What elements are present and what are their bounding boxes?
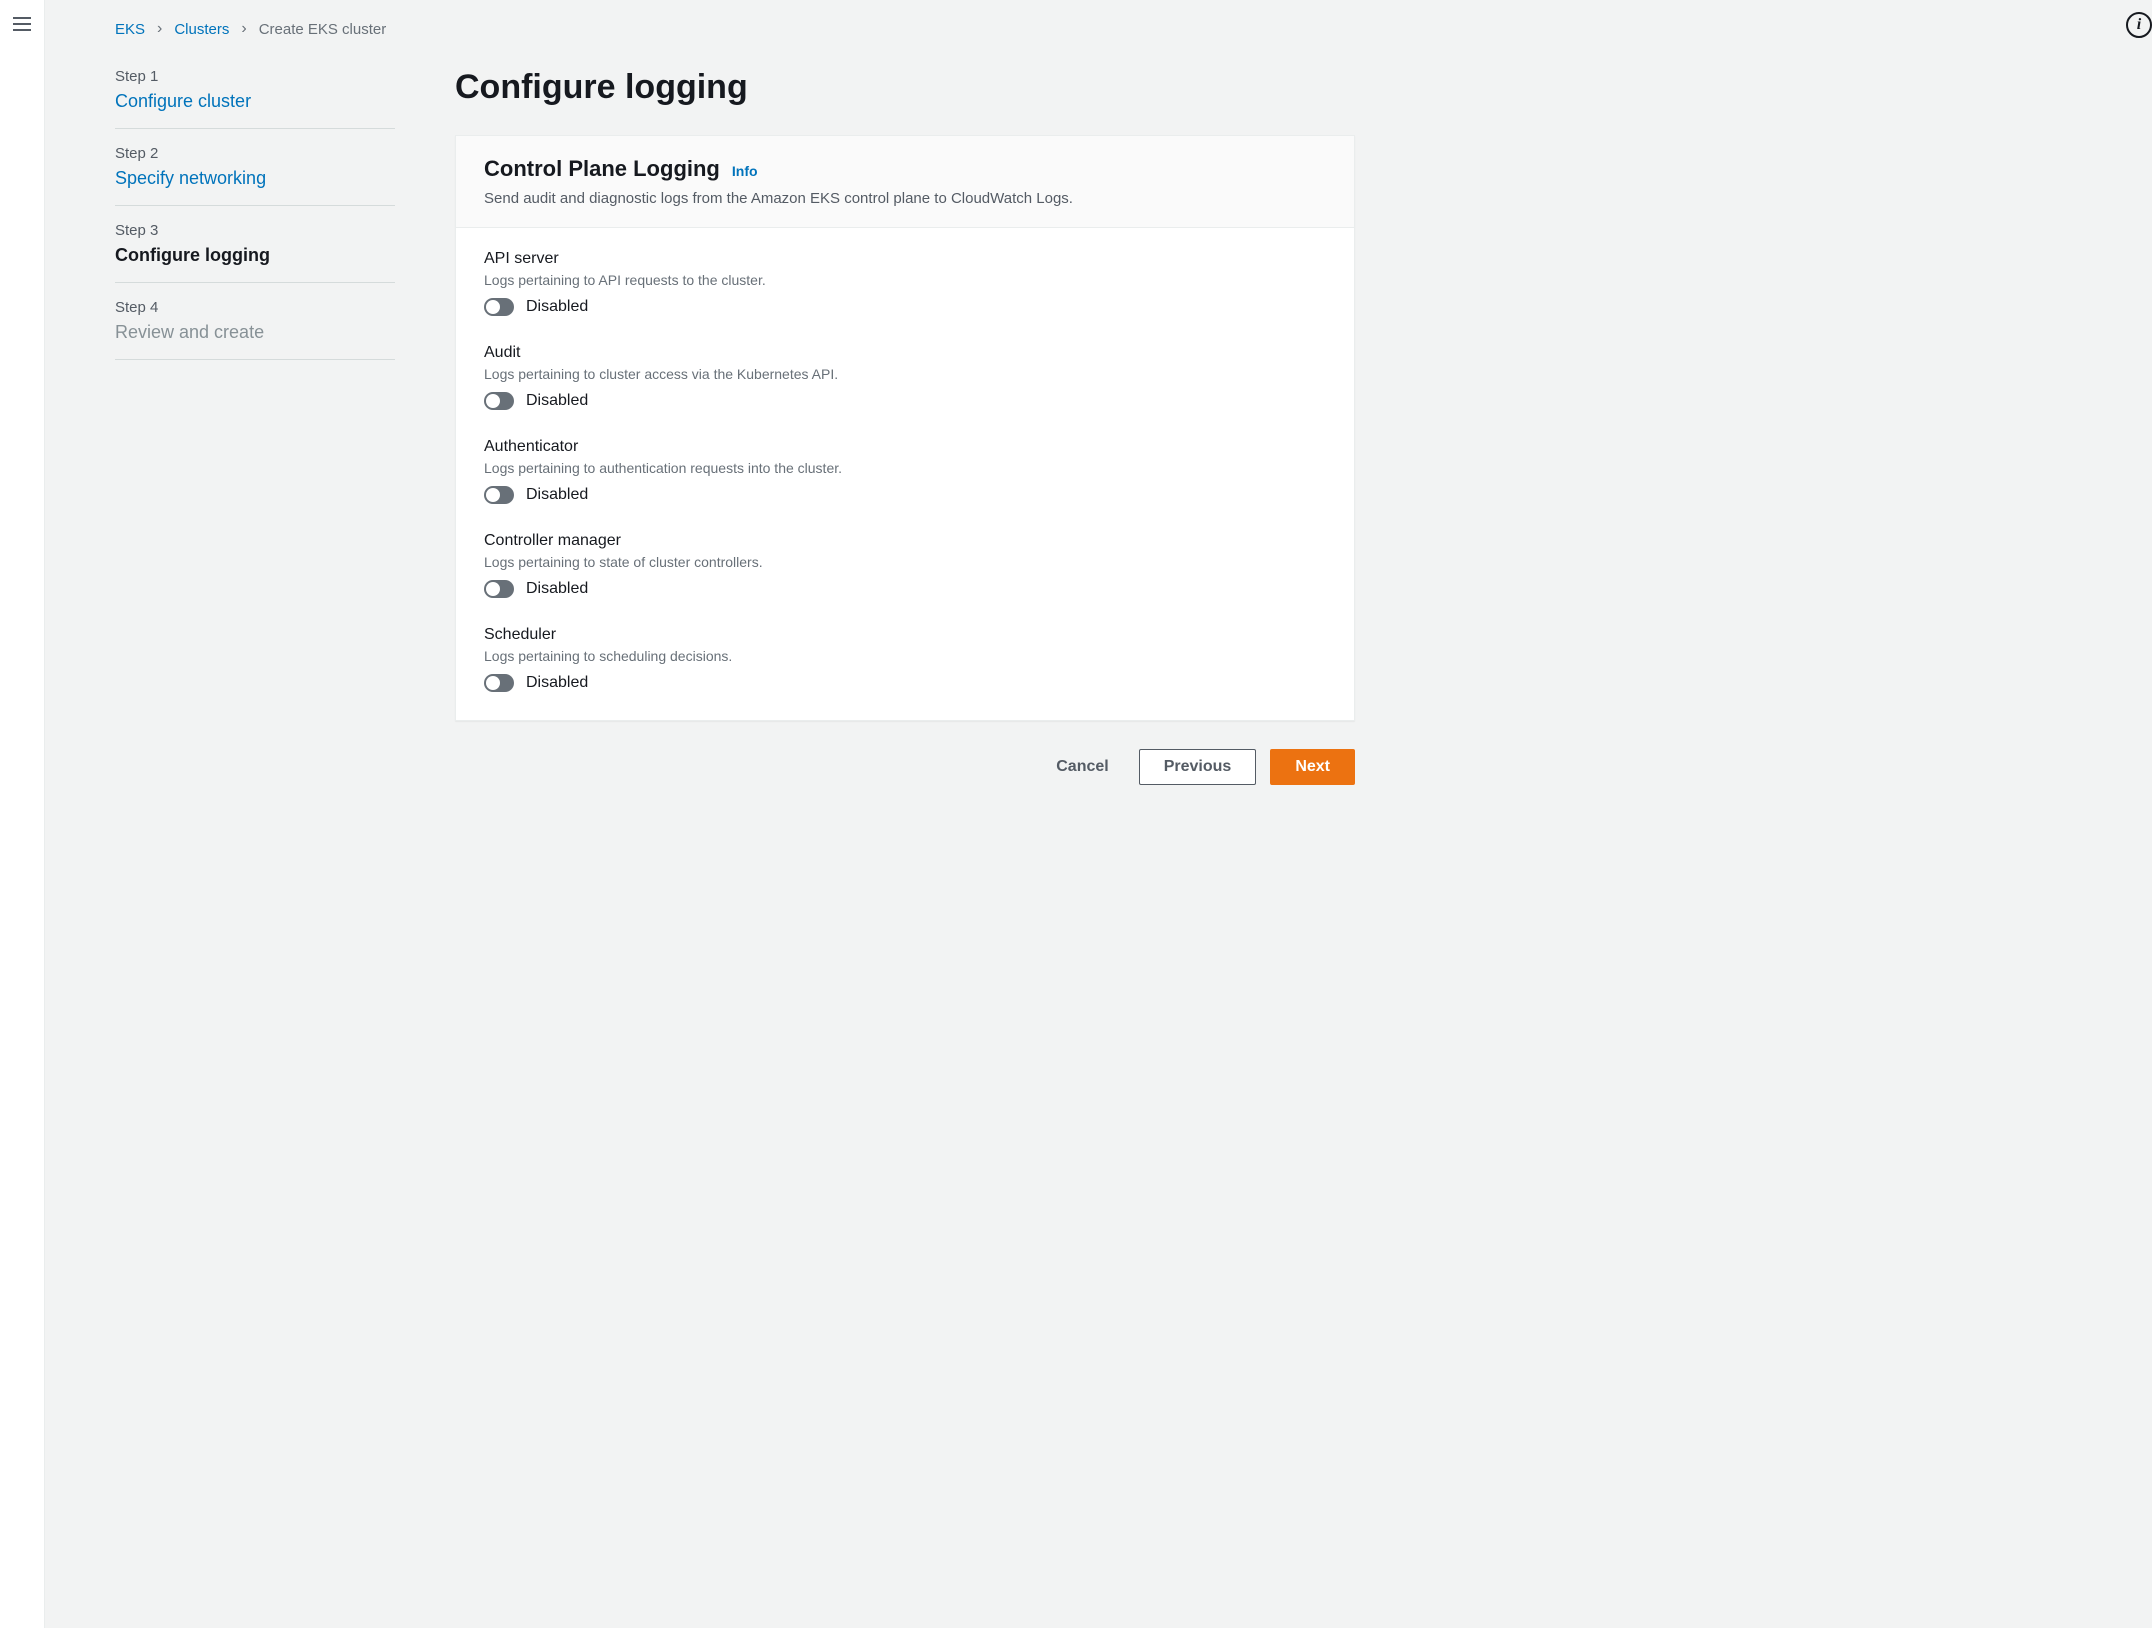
- field-label: Controller manager: [484, 532, 1326, 550]
- panel-header: Control Plane Logging Info Send audit an…: [456, 136, 1354, 228]
- field-description: Logs pertaining to cluster access via th…: [484, 366, 1326, 382]
- step-label: Step 1: [115, 68, 395, 85]
- field-label: Scheduler: [484, 626, 1326, 644]
- toggle-controller-manager[interactable]: [484, 580, 514, 598]
- breadcrumb-link-eks[interactable]: EKS: [115, 21, 145, 38]
- panel-description: Send audit and diagnostic logs from the …: [484, 190, 1326, 207]
- step-item: Step 1 Configure cluster: [115, 68, 395, 129]
- toggle-state-label: Disabled: [526, 486, 588, 504]
- step-current-configure-logging: Configure logging: [115, 245, 395, 266]
- info-link[interactable]: Info: [732, 163, 758, 179]
- step-item: Step 3 Configure logging: [115, 206, 395, 283]
- help-info-icon[interactable]: i: [2126, 12, 2152, 38]
- breadcrumb: EKS › Clusters › Create EKS cluster: [115, 20, 2082, 38]
- page-title: Configure logging: [455, 68, 1355, 107]
- breadcrumb-current: Create EKS cluster: [259, 21, 387, 38]
- control-plane-logging-panel: Control Plane Logging Info Send audit an…: [455, 135, 1355, 721]
- toggle-authenticator[interactable]: [484, 486, 514, 504]
- field-api-server: API server Logs pertaining to API reques…: [484, 250, 1326, 316]
- panel-title: Control Plane Logging: [484, 156, 720, 182]
- field-description: Logs pertaining to state of cluster cont…: [484, 554, 1326, 570]
- step-label: Step 4: [115, 299, 395, 316]
- step-label: Step 2: [115, 145, 395, 162]
- next-button[interactable]: Next: [1270, 749, 1355, 785]
- panel-body: API server Logs pertaining to API reques…: [456, 228, 1354, 720]
- hamburger-icon[interactable]: [10, 12, 34, 36]
- field-description: Logs pertaining to authentication reques…: [484, 460, 1326, 476]
- previous-button[interactable]: Previous: [1139, 749, 1257, 785]
- field-controller-manager: Controller manager Logs pertaining to st…: [484, 532, 1326, 598]
- field-audit: Audit Logs pertaining to cluster access …: [484, 344, 1326, 410]
- step-link-specify-networking[interactable]: Specify networking: [115, 168, 395, 189]
- field-label: Audit: [484, 344, 1326, 362]
- field-authenticator: Authenticator Logs pertaining to authent…: [484, 438, 1326, 504]
- toggle-audit[interactable]: [484, 392, 514, 410]
- field-label: Authenticator: [484, 438, 1326, 456]
- breadcrumb-link-clusters[interactable]: Clusters: [174, 21, 229, 38]
- field-description: Logs pertaining to API requests to the c…: [484, 272, 1326, 288]
- field-label: API server: [484, 250, 1326, 268]
- sidebar-toggle: [0, 0, 45, 1628]
- toggle-state-label: Disabled: [526, 392, 588, 410]
- chevron-right-icon: ›: [241, 20, 246, 38]
- toggle-api-server[interactable]: [484, 298, 514, 316]
- cancel-button[interactable]: Cancel: [1040, 750, 1124, 784]
- steps-nav: Step 1 Configure cluster Step 2 Specify …: [115, 68, 395, 785]
- toggle-state-label: Disabled: [526, 580, 588, 598]
- step-disabled-review-create: Review and create: [115, 322, 395, 343]
- toggle-state-label: Disabled: [526, 298, 588, 316]
- field-description: Logs pertaining to scheduling decisions.: [484, 648, 1326, 664]
- wizard-actions: Cancel Previous Next: [455, 749, 1355, 785]
- field-scheduler: Scheduler Logs pertaining to scheduling …: [484, 626, 1326, 692]
- step-item: Step 4 Review and create: [115, 283, 395, 360]
- step-label: Step 3: [115, 222, 395, 239]
- toggle-scheduler[interactable]: [484, 674, 514, 692]
- step-item: Step 2 Specify networking: [115, 129, 395, 206]
- chevron-right-icon: ›: [157, 20, 162, 38]
- step-link-configure-cluster[interactable]: Configure cluster: [115, 91, 395, 112]
- toggle-state-label: Disabled: [526, 674, 588, 692]
